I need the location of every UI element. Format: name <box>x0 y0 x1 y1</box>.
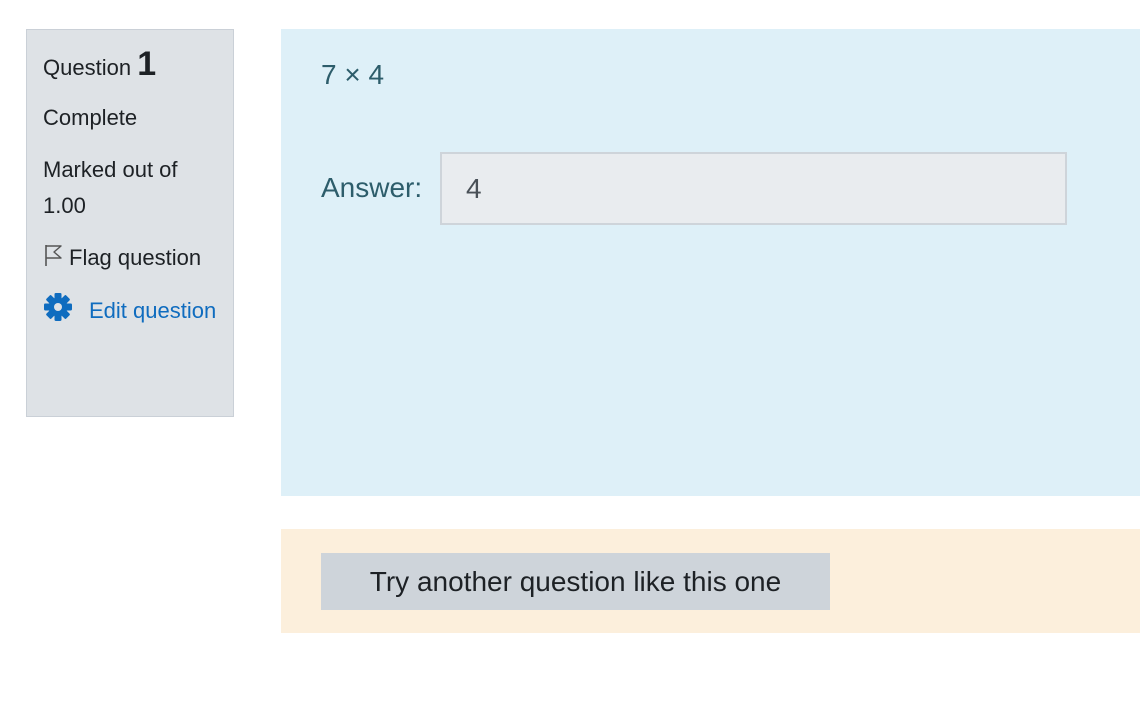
answer-label: Answer: <box>321 172 423 203</box>
question-text: 7 × 4 <box>321 59 385 90</box>
flag-outline-icon <box>45 245 62 266</box>
edit-question-link[interactable]: Edit question <box>43 292 217 329</box>
flag-question-toggle[interactable]: Flag question <box>43 240 217 276</box>
try-another-question-button[interactable]: Try another question like this one <box>321 553 830 610</box>
question-number: 1 <box>137 45 157 83</box>
edit-question-label: Edit question <box>89 298 217 323</box>
question-grade: Marked out of 1.00 <box>43 157 178 218</box>
question-number-heading: Question 1 <box>43 44 217 88</box>
gear-icon <box>44 293 72 321</box>
answer-input[interactable] <box>440 152 1067 225</box>
question-formulation: 7 × 4 Answer: <box>281 29 1140 496</box>
question-info-panel: Question 1 Complete Marked out of 1.00 F… <box>26 29 234 417</box>
question-state: Complete <box>43 105 138 130</box>
flag-question-label: Flag question <box>69 245 202 270</box>
question-label: Question <box>43 55 132 80</box>
question-outcome: Try another question like this one <box>281 529 1140 633</box>
